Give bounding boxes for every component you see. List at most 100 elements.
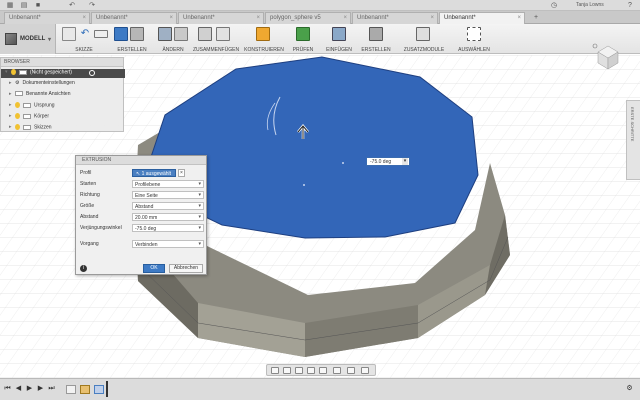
- step-forward-icon[interactable]: ▶: [37, 385, 44, 393]
- tab-document-2[interactable]: Unbenannt* ×: [91, 12, 177, 24]
- close-icon[interactable]: ×: [430, 15, 434, 21]
- group-label: KONSTRUIEREN: [244, 47, 284, 53]
- distance-row: Abstand 20.00 mm: [80, 213, 204, 222]
- gear-icon[interactable]: ⚙: [626, 385, 633, 393]
- pan-icon[interactable]: [295, 367, 303, 374]
- grid-settings-icon[interactable]: [347, 367, 355, 374]
- zoom-icon[interactable]: [307, 367, 315, 374]
- tree-root[interactable]: ▾ (Nicht gespeichert): [1, 69, 125, 78]
- tab-document-1[interactable]: Unbenannt* ×: [4, 12, 90, 24]
- direction-row: Richtung Eine Seite: [80, 191, 204, 200]
- save-icon[interactable]: ■: [32, 1, 44, 10]
- info-icon[interactable]: i: [80, 265, 87, 272]
- timeline-current-feature[interactable]: [94, 385, 104, 394]
- tab-label: Unbenannt*: [183, 15, 215, 21]
- tree-item-doc-settings[interactable]: ▸ ⚙ Dokumenteinstellungen: [9, 80, 75, 89]
- tree-item-origin[interactable]: ▸ Ursprung: [9, 102, 55, 111]
- sketch-group[interactable]: ↶ SKIZZE: [58, 24, 110, 54]
- close-icon[interactable]: ×: [517, 15, 521, 21]
- operation-select[interactable]: Verbinden: [132, 240, 204, 248]
- tree-item-label: Ursprung: [34, 102, 55, 109]
- make-group[interactable]: ERSTELLEN: [358, 24, 394, 54]
- redo-icon[interactable]: ↷: [86, 1, 98, 10]
- folder-icon: [15, 91, 23, 97]
- add-tab-icon[interactable]: +: [530, 13, 542, 22]
- folder-icon: [23, 124, 31, 130]
- timeline-extrude-feature[interactable]: [80, 385, 90, 394]
- folder-icon: [23, 113, 31, 119]
- visibility-bulb-icon[interactable]: [15, 113, 20, 119]
- timeline-marker[interactable]: [106, 381, 108, 397]
- go-to-end-icon[interactable]: ⏭: [48, 385, 55, 393]
- apps-grid-icon[interactable]: ▦: [4, 1, 16, 10]
- visibility-bulb-icon[interactable]: [15, 102, 20, 108]
- tree-item-named-views[interactable]: ▸ Benannte Ansichten: [9, 91, 70, 100]
- look-at-icon[interactable]: [283, 367, 291, 374]
- tab-document-3[interactable]: Unbenannt* ×: [178, 12, 264, 24]
- direction-select[interactable]: Eine Seite: [132, 191, 204, 199]
- tab-document-6[interactable]: Unbenannt* ×: [439, 12, 525, 24]
- tab-label: Unbenannt*: [357, 15, 389, 21]
- modify-group[interactable]: ÄNDERN: [154, 24, 192, 54]
- user-name[interactable]: Tanja Lowns: [576, 2, 604, 8]
- main-toolbar: MODELL ▾ ↶ SKIZZE ERSTELLEN ÄNDERN ZUSAM…: [0, 24, 640, 54]
- create-group[interactable]: ERSTELLEN: [110, 24, 154, 54]
- construct-group[interactable]: KONSTRUIEREN: [240, 24, 288, 54]
- play-icon[interactable]: ▶: [26, 385, 33, 393]
- chevron-down-icon[interactable]: ▾: [402, 158, 408, 165]
- panel-label: ERSTE SCHRITTE: [630, 107, 635, 142]
- navigation-bar: [266, 364, 376, 376]
- clock-icon[interactable]: ◷: [548, 1, 560, 10]
- profile-value: 1 ausgewählt: [141, 171, 172, 177]
- visibility-bulb-icon[interactable]: [11, 69, 16, 75]
- view-cube[interactable]: [592, 42, 622, 72]
- ok-button[interactable]: OK: [143, 264, 165, 273]
- close-icon[interactable]: ×: [256, 15, 260, 21]
- tab-document-5[interactable]: Unbenannt* ×: [352, 12, 438, 24]
- undo-icon[interactable]: ↶: [66, 1, 78, 10]
- start-row: Starten Profilebene: [80, 180, 204, 189]
- close-icon[interactable]: ×: [169, 15, 173, 21]
- group-label: ERSTELLEN: [361, 47, 391, 53]
- cancel-button[interactable]: Abbrechen: [169, 264, 203, 273]
- select-group[interactable]: AUSWÄHLEN: [454, 24, 494, 54]
- close-icon[interactable]: ×: [343, 15, 347, 21]
- fillet-icon: [174, 27, 188, 41]
- home-icon: [592, 43, 598, 49]
- help-icon[interactable]: ?: [624, 1, 636, 10]
- group-label: ERSTELLEN: [117, 47, 147, 53]
- print-3d-icon: [369, 27, 383, 41]
- addins-group[interactable]: ZUSATZMODULE: [394, 24, 454, 54]
- viewports-icon[interactable]: [361, 367, 369, 374]
- fit-icon[interactable]: [319, 367, 327, 374]
- timeline-sketch-feature[interactable]: [66, 385, 76, 394]
- close-icon[interactable]: ×: [82, 15, 86, 21]
- taper-angle-input[interactable]: -75.0 deg: [132, 224, 204, 232]
- inspect-group[interactable]: PRÜFEN: [288, 24, 318, 54]
- assemble-group[interactable]: ZUSAMMENFÜGEN: [192, 24, 240, 54]
- go-to-start-icon[interactable]: ⏮: [4, 385, 11, 393]
- display-settings-icon[interactable]: [333, 367, 341, 374]
- tree-item-bodies[interactable]: ▸ Körper: [9, 113, 49, 122]
- visibility-bulb-icon[interactable]: [15, 124, 20, 130]
- step-back-icon[interactable]: ◀: [15, 385, 22, 393]
- arc-icon: ↶: [80, 28, 90, 39]
- radio-icon[interactable]: [89, 70, 95, 76]
- taper-angle-manipulator-input[interactable]: -75.0 deg ▾: [366, 157, 410, 166]
- profile-select-button[interactable]: ↖ 1 ausgewählt: [132, 169, 176, 177]
- file-menu-icon[interactable]: ▤: [18, 1, 30, 10]
- clear-selection-icon[interactable]: ×: [178, 169, 185, 177]
- getting-started-panel[interactable]: ERSTE SCHRITTE: [626, 100, 640, 180]
- workspace-switcher[interactable]: MODELL ▾: [0, 24, 56, 54]
- workspace-label: MODELL: [20, 36, 46, 42]
- start-select[interactable]: Profilebene: [132, 180, 204, 188]
- group-label: ZUSATZMODULE: [403, 47, 445, 53]
- extent-select[interactable]: Abstand: [132, 202, 204, 210]
- tab-label: polygon_sphere v5: [270, 15, 321, 21]
- insert-group[interactable]: EINFÜGEN: [320, 24, 358, 54]
- orbit-icon[interactable]: [271, 367, 279, 374]
- tree-item-sketches[interactable]: ▸ Skizzen: [9, 124, 52, 133]
- distance-input[interactable]: 20.00 mm: [132, 213, 204, 221]
- document-tabs: Unbenannt* × Unbenannt* × Unbenannt* × poly…: [0, 11, 640, 24]
- tab-document-4[interactable]: polygon_sphere v5 ×: [265, 12, 351, 24]
